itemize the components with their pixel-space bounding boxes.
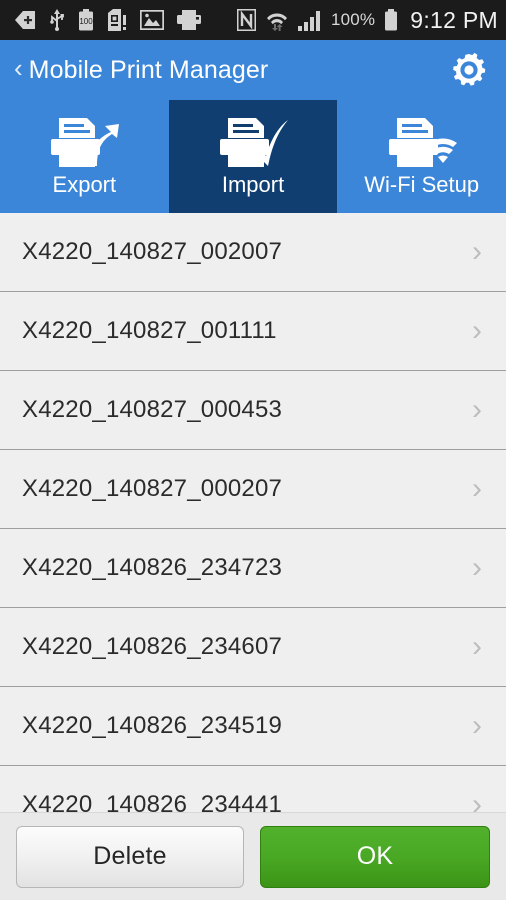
file-list[interactable]: X4220_140827_002007 › X4220_140827_00111…	[0, 213, 506, 812]
file-name: X4220_140827_000453	[22, 396, 283, 423]
file-name: X4220_140827_000207	[22, 475, 283, 502]
signal-bars-icon	[297, 11, 320, 31]
app-root: 100 100% 9:12 PM ‹ Mobile Print Manager …	[0, 0, 506, 900]
back-button[interactable]: ‹	[10, 55, 29, 85]
chevron-right-icon: ›	[472, 393, 482, 426]
ok-button[interactable]: OK	[260, 825, 490, 888]
status-bar: 100 100% 9:12 PM	[0, 0, 506, 40]
battery-100-icon: 100	[79, 9, 93, 31]
title-bar: ‹ Mobile Print Manager	[0, 40, 506, 100]
chevron-right-icon: ›	[472, 314, 482, 347]
tab-export[interactable]: Export	[0, 100, 169, 213]
file-name: X4220_140826_234723	[22, 554, 283, 581]
battery-percent-label: 100%	[330, 10, 376, 29]
tab-wifi-setup[interactable]: Wi-Fi Setup	[337, 100, 506, 213]
gallery-image-icon	[140, 10, 164, 30]
chevron-right-icon: ›	[472, 788, 482, 813]
battery-icon	[385, 9, 398, 31]
printer-import-check-icon	[216, 114, 290, 170]
file-name: X4220_140827_002007	[22, 238, 283, 265]
chevron-right-icon: ›	[472, 235, 482, 268]
table-row[interactable]: X4220_140826_234607 ›	[0, 608, 506, 687]
status-bar-left-icons: 100	[14, 9, 201, 31]
file-name: X4220_140826_234441	[22, 791, 283, 812]
table-row[interactable]: X4220_140827_001111 ›	[0, 292, 506, 371]
settings-button[interactable]	[446, 47, 492, 93]
gear-icon	[453, 52, 486, 86]
table-row[interactable]: X4220_140827_002007 ›	[0, 213, 506, 292]
page-title: Mobile Print Manager	[28, 55, 269, 84]
delete-button[interactable]: Delete	[16, 825, 244, 888]
tab-label-export: Export	[52, 171, 117, 197]
tab-label-wifi-setup: Wi-Fi Setup	[364, 171, 480, 197]
back-tag-icon	[15, 11, 35, 29]
file-name: X4220_140826_234519	[22, 712, 283, 739]
chevron-right-icon: ›	[472, 630, 482, 663]
status-bar-right-icons: 100% 9:12 PM	[236, 6, 498, 34]
table-row[interactable]: X4220_140827_000207 ›	[0, 450, 506, 529]
printer-export-arrow-icon	[47, 114, 121, 170]
wifi-transfer-icon	[266, 13, 287, 31]
tab-label-import: Import	[221, 171, 285, 197]
printer-icon	[177, 10, 201, 30]
usb-icon	[50, 9, 64, 31]
tab-import[interactable]: Import	[168, 100, 338, 213]
action-bar: Delete OK	[0, 812, 506, 900]
chevron-right-icon: ›	[472, 551, 482, 584]
file-name: X4220_140826_234607	[22, 633, 283, 660]
table-row[interactable]: X4220_140826_234441 ›	[0, 766, 506, 812]
status-clock: 9:12 PM	[410, 6, 498, 33]
chevron-right-icon: ›	[472, 709, 482, 742]
sd-card-alert-icon	[108, 9, 126, 31]
file-name: X4220_140827_001111	[22, 317, 277, 344]
table-row[interactable]: X4220_140826_234723 ›	[0, 529, 506, 608]
nfc-icon	[236, 9, 256, 31]
chevron-right-icon: ›	[472, 472, 482, 505]
tab-bar: Export Import Wi-Fi Setup	[0, 100, 506, 213]
table-row[interactable]: X4220_140826_234519 ›	[0, 687, 506, 766]
svg-text:100: 100	[79, 17, 93, 26]
printer-wifi-icon	[385, 114, 459, 170]
table-row[interactable]: X4220_140827_000453 ›	[0, 371, 506, 450]
